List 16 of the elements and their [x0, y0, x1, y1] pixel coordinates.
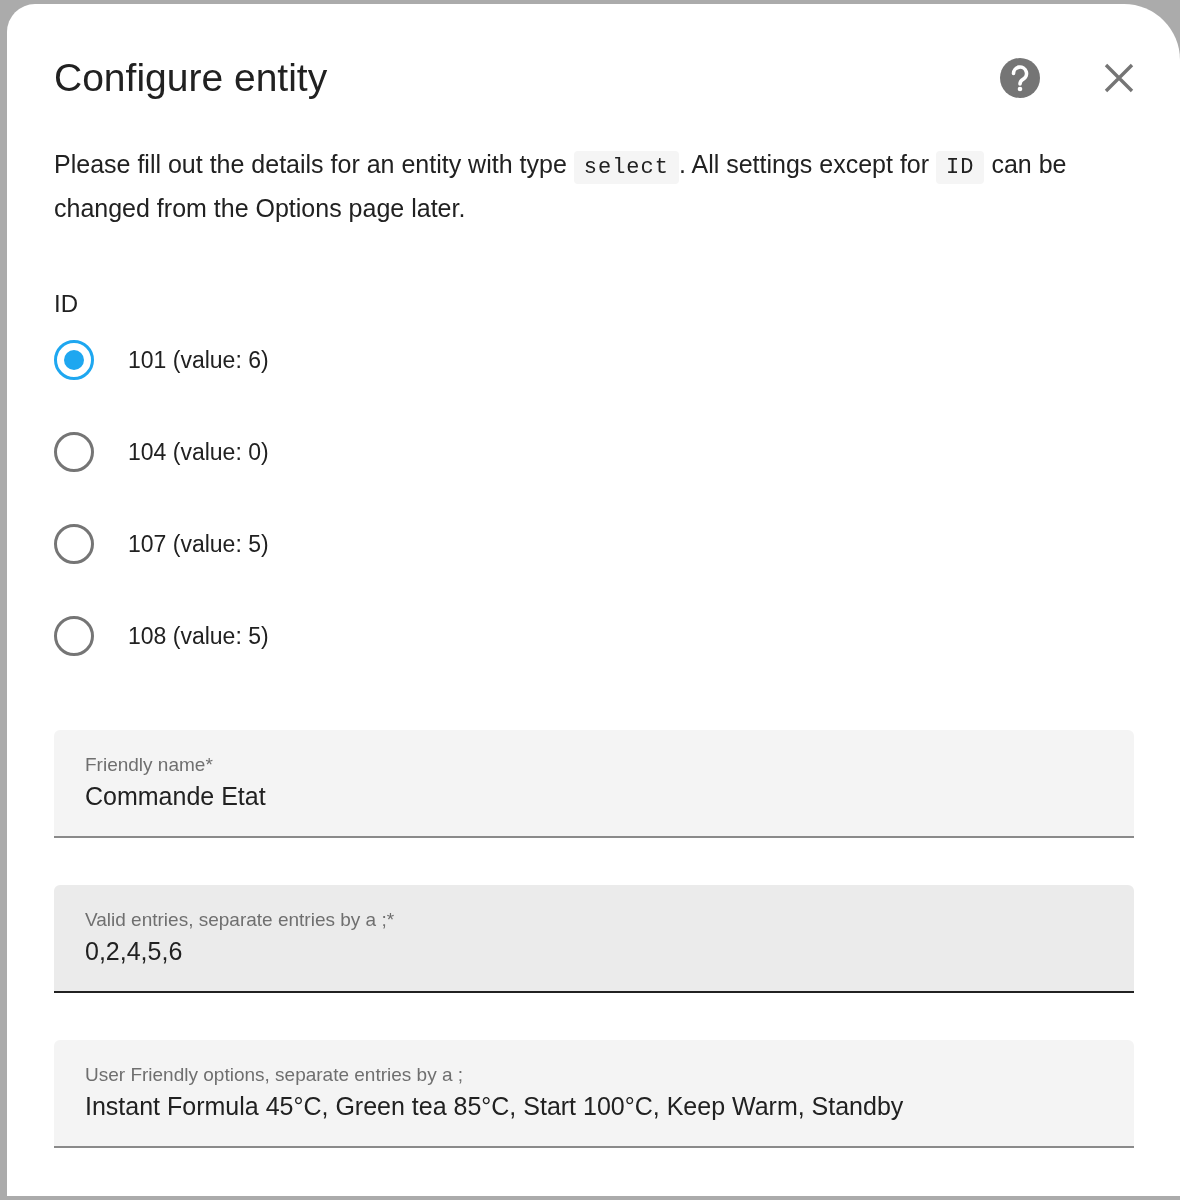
close-icon[interactable] [1104, 63, 1134, 93]
radio-button[interactable] [54, 432, 94, 472]
radio-label[interactable]: 101 (value: 6) [128, 340, 269, 380]
radio-label[interactable]: 107 (value: 5) [128, 524, 269, 564]
text-field[interactable]: Valid entries, separate entries by a ;* 0,2,4,5,6 [54, 885, 1134, 993]
radio-button[interactable] [54, 616, 94, 656]
radio-button[interactable] [54, 340, 94, 380]
radio-label[interactable]: 108 (value: 5) [128, 616, 269, 656]
text-field[interactable]: Friendly name* Commande Etat [54, 730, 1134, 838]
help-icon[interactable] [1000, 58, 1040, 98]
radio-label[interactable]: 104 (value: 0) [128, 432, 269, 472]
dialog-title: Configure entity [54, 56, 329, 100]
description-text: Please fill out the details for an entity with type select . All settings except for ID can be changed from the Options page later. [54, 149, 1068, 224]
id-label: ID [54, 290, 79, 318]
radio-button[interactable] [54, 524, 94, 564]
text-field[interactable]: User Friendly options, separate entries by a ; Instant Formula 45°C, Green tea 85°C, Start 100°C, Keep Warm, Standby [54, 1040, 1134, 1148]
